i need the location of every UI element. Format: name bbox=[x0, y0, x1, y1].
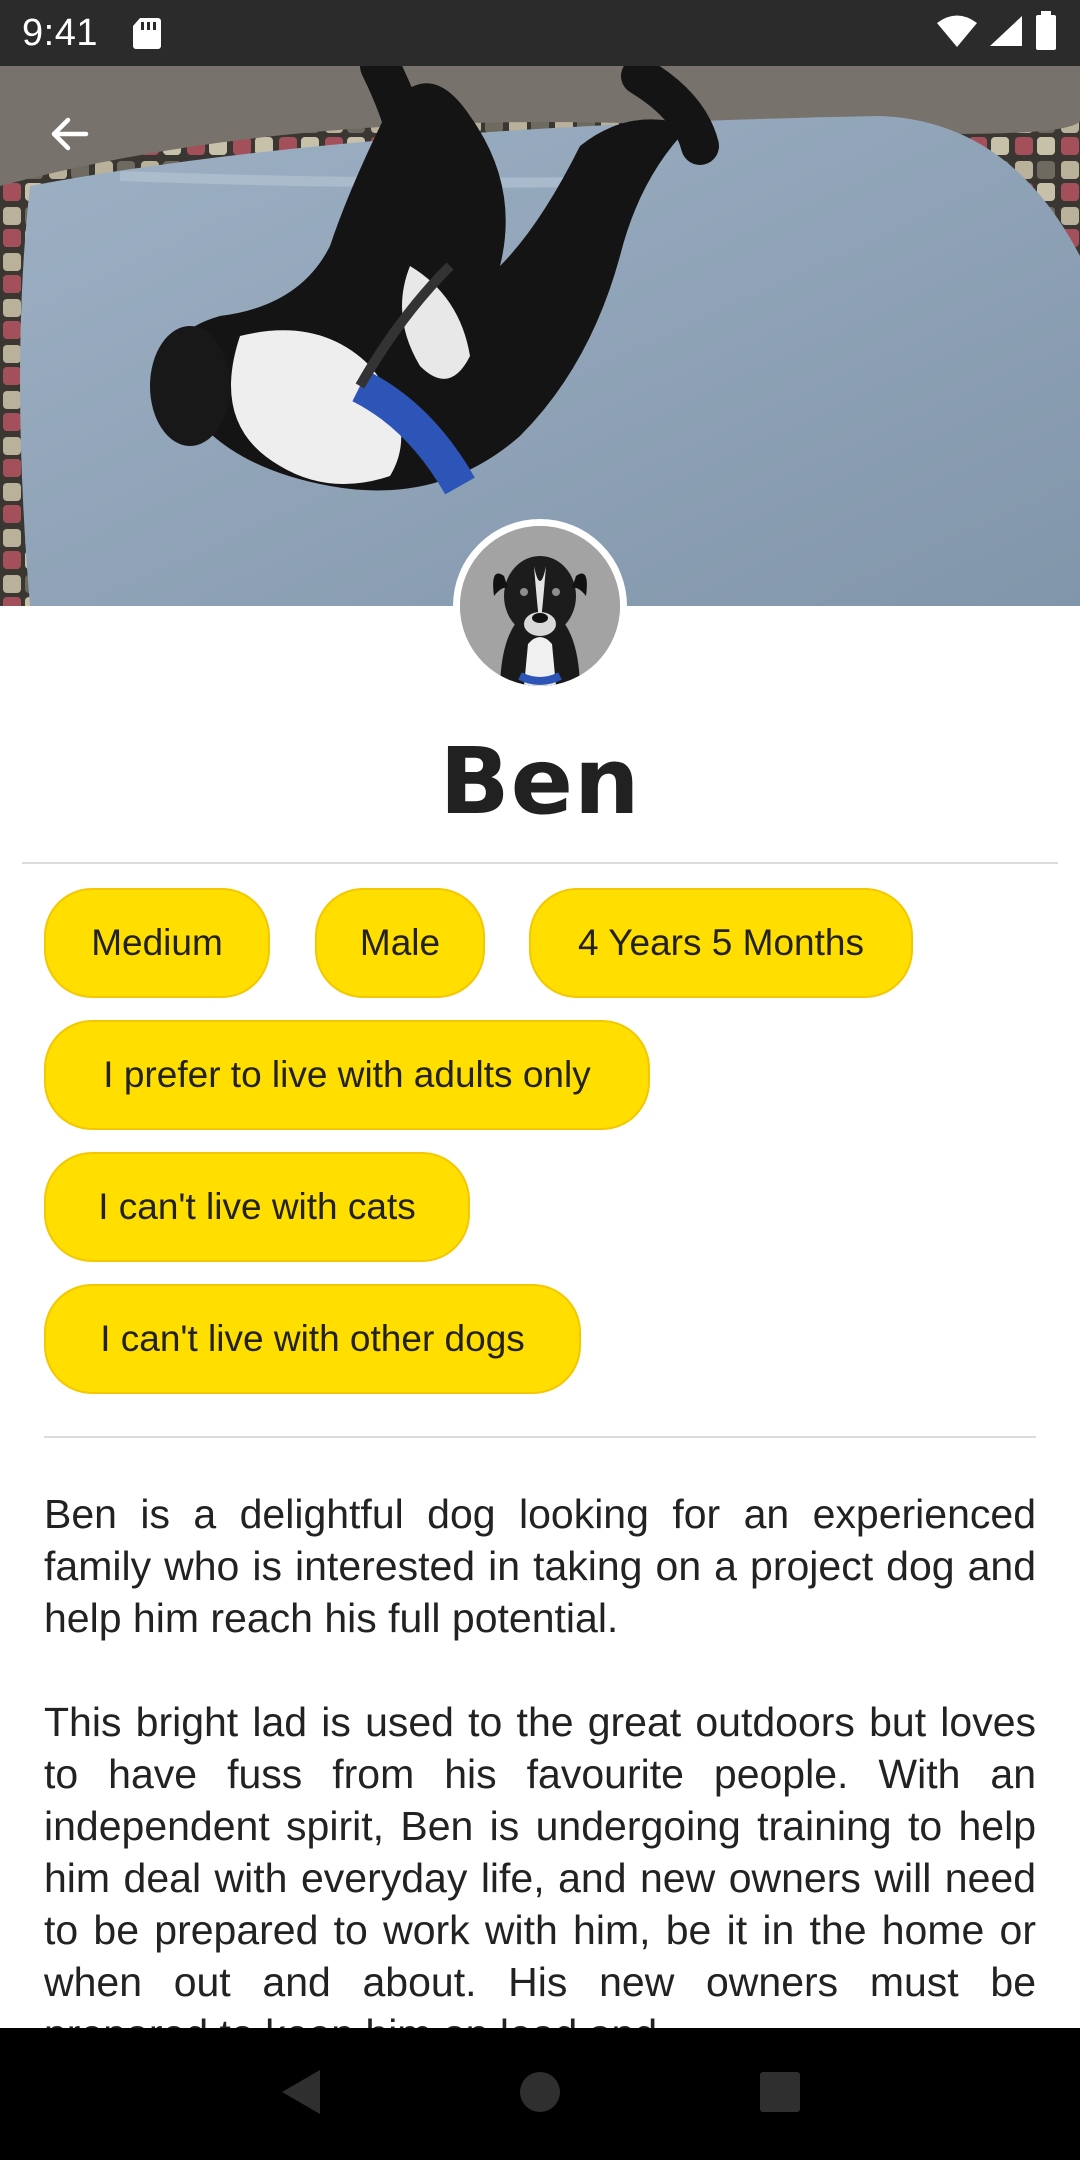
description-paragraph: This bright lad is used to the great out… bbox=[44, 1699, 1036, 2028]
avatar bbox=[453, 519, 627, 693]
page-title: Ben bbox=[439, 728, 641, 835]
arrow-left-icon bbox=[46, 110, 94, 158]
chip-adults-only: I prefer to live with adults only bbox=[44, 1020, 650, 1130]
back-triangle-icon bbox=[278, 2068, 322, 2120]
divider bbox=[44, 1436, 1036, 1438]
home-circle-icon bbox=[518, 2070, 562, 2118]
dog-portrait-illustration bbox=[460, 526, 620, 686]
description-paragraph: Ben is a delightful dog looking for an e… bbox=[44, 1491, 1036, 1641]
nav-back-button[interactable] bbox=[270, 2064, 330, 2124]
chip-age: 4 Years 5 Months bbox=[529, 888, 913, 998]
nav-recents-button[interactable] bbox=[750, 2064, 810, 2124]
nav-home-button[interactable] bbox=[510, 2064, 570, 2124]
chip-no-cats: I can't live with cats bbox=[44, 1152, 470, 1262]
chip-no-dogs: I can't live with other dogs bbox=[44, 1284, 581, 1394]
status-time: 9:41 bbox=[22, 11, 98, 54]
chip-size: Medium bbox=[44, 888, 270, 998]
recents-square-icon bbox=[758, 2070, 802, 2118]
wifi-icon bbox=[936, 14, 978, 52]
back-button[interactable] bbox=[32, 96, 108, 172]
status-bar: 9:41 bbox=[0, 0, 1080, 66]
system-nav-bar bbox=[0, 2028, 1080, 2160]
sd-card-icon bbox=[132, 16, 162, 50]
divider bbox=[22, 862, 1058, 864]
signal-icon bbox=[988, 14, 1024, 52]
chip-gender: Male bbox=[315, 888, 485, 998]
battery-icon bbox=[1034, 11, 1058, 55]
description-text: Ben is a delightful dog looking for an e… bbox=[44, 1488, 1036, 2028]
